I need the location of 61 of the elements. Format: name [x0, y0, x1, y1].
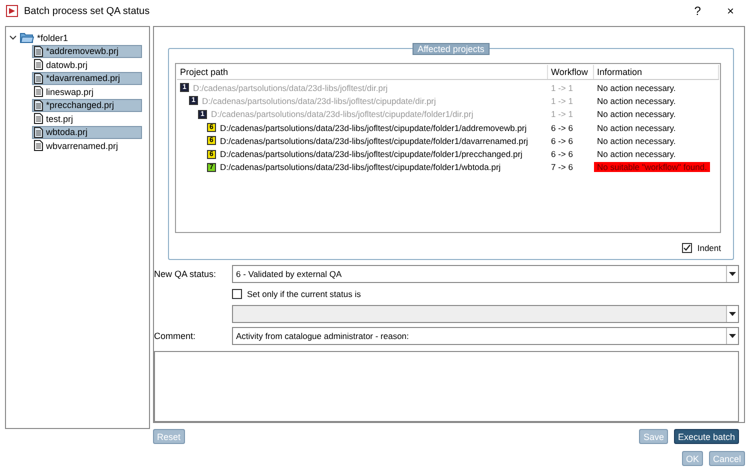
window-title: Batch process set QA status: [24, 6, 151, 16]
workflow-cell-text: 6 -> 6: [550, 136, 574, 146]
file-tree-item[interactable]: lineswap.prj: [32, 85, 142, 98]
workflow-cell-text: 1 -> 1: [550, 96, 574, 106]
file-tree-item[interactable]: test.prj: [32, 112, 142, 126]
file-tree-item[interactable]: wbtoda.prj: [32, 126, 142, 139]
qa-status-dropdown[interactable]: 6 - Validated by external QA: [232, 265, 739, 284]
set-only-label: Set only if the current status is: [247, 289, 361, 300]
document-icon: [34, 100, 43, 111]
information-cell-text: No action necessary.: [596, 109, 677, 120]
document-icon: [34, 113, 43, 124]
file-tree-item[interactable]: *davarrenamed.prj: [32, 72, 142, 85]
document-icon: [34, 72, 43, 84]
column-header[interactable]: Information: [594, 65, 719, 79]
help-button[interactable]: ?: [684, 4, 711, 18]
folder-label[interactable]: *folder1: [37, 32, 68, 43]
execute-button[interactable]: Execute batch: [674, 429, 739, 444]
project-path: D:/cadenas/partsolutions/data/23d-libs/jofltest/cipupdate/dir.prj: [202, 96, 436, 106]
project-path: D:/cadenas/partsolutions/data/23d-libs/jofltest/cipupdate/folder1/addremovewb.prj: [220, 122, 527, 133]
document-icon: [34, 140, 43, 152]
workflow-cell-text: 6 -> 6: [550, 149, 574, 160]
dropdown-caret-icon: [729, 312, 736, 316]
information-cell-text: No action necessary.: [596, 122, 677, 133]
column-header[interactable]: Project path: [177, 65, 548, 79]
information-cell-text: No action necessary.: [596, 82, 677, 93]
indent-checkbox[interactable]: [682, 243, 692, 254]
file-tree-item[interactable]: datowb.prj: [32, 58, 142, 72]
information-cell: No suitable "workflow" found.: [594, 162, 710, 172]
document-icon: [34, 126, 43, 138]
information-cell-text: No action necessary.: [596, 136, 677, 146]
dropdown-caret-icon: [729, 272, 736, 276]
expand-chevron-icon[interactable]: [9, 34, 17, 41]
indent-label: Indent: [697, 243, 721, 254]
app-logo-icon: [6, 5, 18, 17]
document-icon: [34, 46, 43, 57]
folder-icon: [20, 32, 34, 44]
close-button[interactable]: ×: [716, 4, 744, 18]
information-cell-text: No action necessary.: [596, 149, 677, 160]
group-title: Affected projects: [412, 43, 490, 55]
new-qa-status-label: New QA status:: [154, 269, 218, 280]
file-tree-item[interactable]: *addremovewb.prj: [32, 44, 142, 58]
project-path: D:/cadenas/partsolutions/data/23d-libs/jofltest/cipupdate/folder1/dir.prj: [211, 109, 474, 120]
comment-label: Comment:: [154, 331, 197, 341]
workflow-cell-text: 1 -> 1: [550, 109, 574, 120]
file-tree-item[interactable]: wbvarrenamed.prj: [32, 139, 142, 152]
project-path: D:/cadenas/partsolutions/data/23d-libs/jofltest/cipupdate/folder1/wbtoda.prj: [220, 162, 501, 172]
document-icon: [34, 59, 43, 70]
workflow-cell-text: 7 -> 6: [550, 162, 574, 172]
information-cell-text: No action necessary.: [596, 96, 677, 106]
dropdown-caret-icon: [729, 334, 736, 338]
file-tree-item[interactable]: *precchanged.prj: [32, 98, 142, 112]
project-path: D:/cadenas/partsolutions/data/23d-libs/jofltest/dir.prj: [193, 82, 388, 93]
document-icon: [34, 86, 43, 98]
project-path: D:/cadenas/partsolutions/data/23d-libs/jofltest/cipupdate/folder1/davarrenamed.prj: [220, 136, 528, 146]
workflow-cell-text: 1 -> 1: [550, 82, 574, 93]
column-header[interactable]: Workflow: [548, 65, 594, 79]
project-path: D:/cadenas/partsolutions/data/23d-libs/jofltest/cipupdate/folder1/precchanged.prj: [220, 149, 522, 160]
comment-text-area[interactable]: [154, 351, 739, 422]
workflow-cell-text: 6 -> 6: [550, 122, 574, 133]
comment-dropdown[interactable]: Activity from catalogue administrator - reason:: [232, 327, 739, 345]
checkmark-icon: [683, 244, 692, 252]
